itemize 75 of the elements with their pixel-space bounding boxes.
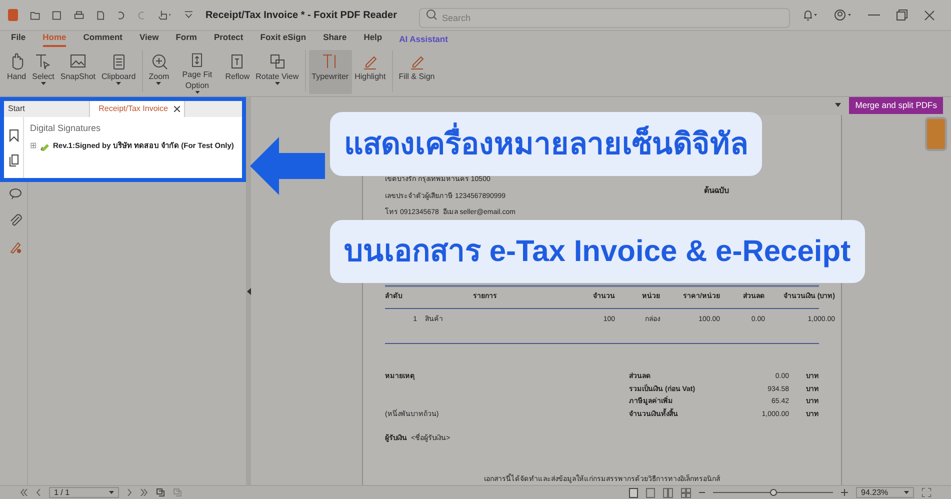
text-cursor-icon xyxy=(34,52,52,70)
document-tab[interactable]: Receipt/Tax Invoice xyxy=(90,101,185,117)
two-page-continuous-icon[interactable] xyxy=(681,488,691,498)
ribbon-button[interactable]: Rotate View xyxy=(252,50,302,94)
zoom-in-icon xyxy=(150,52,168,70)
caret-icon[interactable] xyxy=(904,491,909,494)
document-label: ต้นฉบับ xyxy=(704,185,729,197)
ribbon-button[interactable]: Typewriter xyxy=(308,50,352,94)
ribbon-button[interactable]: Zoom xyxy=(146,50,172,94)
menu-tab[interactable]: View xyxy=(139,31,159,47)
arrow-icon xyxy=(250,137,325,195)
caret-icon[interactable] xyxy=(116,82,122,85)
folder-icon[interactable] xyxy=(30,10,40,20)
close-icon[interactable] xyxy=(174,106,180,112)
caret-icon[interactable] xyxy=(835,103,842,107)
menu-tab[interactable]: Comment xyxy=(83,31,122,47)
continuous-page-icon[interactable] xyxy=(646,488,655,498)
zoom-in-icon[interactable] xyxy=(841,489,848,496)
panel-heading: Digital Signatures xyxy=(30,122,102,135)
customize-icon[interactable] xyxy=(184,10,194,20)
close-icon[interactable] xyxy=(924,10,936,20)
callout-banner: แสดงเครื่องหมายลายเซ็นดิจิทัล xyxy=(330,112,762,176)
ribbon-button[interactable]: Fill & Sign xyxy=(396,50,438,94)
restore-icon[interactable] xyxy=(896,9,908,21)
search-icon xyxy=(426,9,437,20)
menu-tab[interactable]: Protect xyxy=(214,31,244,47)
bookmark-icon[interactable] xyxy=(8,129,18,142)
ribbon-button[interactable]: SnapShot xyxy=(57,50,98,94)
fullscreen-icon[interactable] xyxy=(922,488,931,497)
caret-icon[interactable] xyxy=(194,91,200,94)
ribbon-button[interactable]: Clipboard xyxy=(98,50,139,94)
minimize-icon[interactable] xyxy=(868,14,880,16)
image-icon xyxy=(68,52,87,70)
ribbon-button[interactable]: Page Fit Option xyxy=(172,50,222,94)
expand-toggle[interactable]: ⊞ xyxy=(30,140,37,152)
ribbon-button[interactable]: Hand xyxy=(4,50,30,94)
menu-tab[interactable]: Form xyxy=(176,31,197,47)
account-icon[interactable] xyxy=(834,9,852,21)
copy-icon[interactable] xyxy=(156,488,165,497)
callout-banner: บนเอกสาร e-Tax Invoice & e-Receipt xyxy=(330,220,865,283)
undo-icon[interactable] xyxy=(116,10,126,20)
caret-icon[interactable] xyxy=(156,82,162,85)
ribbon-button[interactable]: Select xyxy=(29,50,58,94)
paperclip-icon[interactable] xyxy=(9,214,22,227)
caret-icon[interactable] xyxy=(40,82,46,85)
collapse-icon[interactable] xyxy=(246,288,250,294)
print-icon[interactable] xyxy=(74,10,84,20)
two-page-icon[interactable] xyxy=(663,488,673,498)
app-logo-icon xyxy=(8,9,18,21)
page-field[interactable]: 1 / 1 xyxy=(49,487,119,498)
menu-tab[interactable]: AI Assistant xyxy=(399,33,448,47)
previous-page-icon[interactable] xyxy=(36,489,41,496)
document-icon[interactable] xyxy=(96,10,105,20)
ribbon-button[interactable]: Highlight xyxy=(352,50,389,94)
single-page-icon[interactable] xyxy=(629,488,638,498)
menu-tab[interactable]: Help xyxy=(364,31,382,47)
first-page-icon[interactable] xyxy=(20,489,28,496)
next-page-icon[interactable] xyxy=(127,489,132,496)
last-page-icon[interactable] xyxy=(140,489,148,496)
zoom-field[interactable]: 94.23% xyxy=(856,487,914,498)
menu-tab[interactable]: File xyxy=(11,31,26,47)
slider-thumb[interactable] xyxy=(770,489,776,496)
bell-icon[interactable] xyxy=(802,9,818,21)
rotate-icon xyxy=(268,52,286,70)
pages-icon[interactable] xyxy=(8,154,18,167)
search-field[interactable]: Search xyxy=(418,8,790,28)
caret-icon[interactable] xyxy=(109,491,114,494)
ribbon-button[interactable]: Reflow xyxy=(222,50,253,94)
window-title: Receipt/Tax Invoice * - Foxit PDF Reader xyxy=(205,8,397,22)
menu-tab[interactable]: Share xyxy=(323,31,347,47)
merge-split-button[interactable]: Merge and split PDFs xyxy=(849,96,943,114)
signature-icon[interactable] xyxy=(9,241,22,254)
comment-icon[interactable] xyxy=(9,188,22,200)
caret-icon[interactable] xyxy=(274,82,280,85)
menu-tab[interactable]: Foxit eSign xyxy=(260,31,306,47)
